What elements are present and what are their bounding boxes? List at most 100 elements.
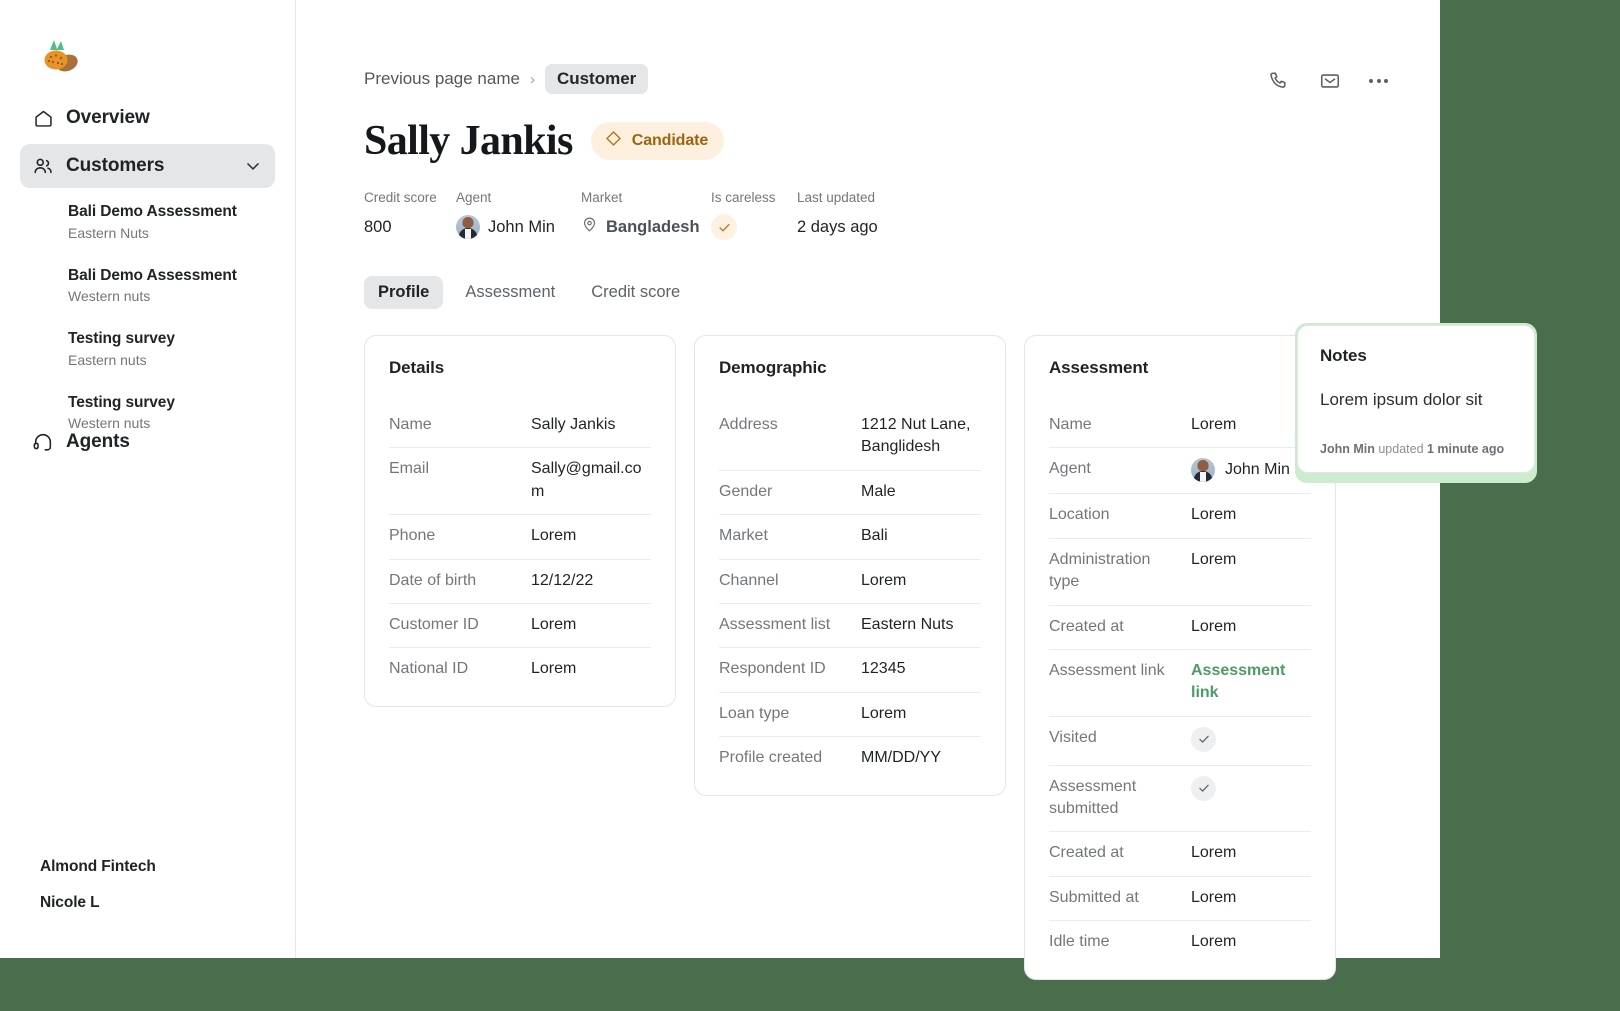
meta-last-updated: Last updated 2 days ago xyxy=(797,190,878,240)
row-label: Created at xyxy=(1049,844,1124,862)
row-value: Lorem xyxy=(1191,933,1237,951)
table-row: Assessment list Eastern Nuts xyxy=(719,604,981,649)
assessment-link[interactable]: Assessment link xyxy=(1191,660,1311,705)
row-label: Market xyxy=(719,527,768,545)
row-value: Bali xyxy=(861,527,888,545)
notes-footer: John Min updated 1 minute ago xyxy=(1320,442,1512,460)
breadcrumb-current[interactable]: Customer xyxy=(544,64,649,94)
table-row: Respondent ID 12345 xyxy=(719,648,981,693)
card-title: Assessment xyxy=(1049,358,1149,377)
row-label: National ID xyxy=(389,660,469,678)
list-item-title: Testing survey xyxy=(68,330,175,348)
table-row: Agent John Min xyxy=(1049,448,1311,495)
row-value: Lorem xyxy=(1191,844,1237,862)
main-content: Previous page name › Customer Sally Jank… xyxy=(296,0,1440,980)
row-value: Lorem xyxy=(1191,506,1237,524)
meta-market: Market Bangladesh xyxy=(581,190,711,240)
header-meta: Credit score 800 Agent John Min Market B… xyxy=(364,190,1440,240)
meta-value: 2 days ago xyxy=(797,217,878,236)
sidebar-item-overview[interactable]: Overview xyxy=(20,96,275,140)
customers-sublist: Bali Demo Assessment Eastern Nuts Bali D… xyxy=(20,202,275,434)
list-item[interactable]: Bali Demo Assessment Eastern Nuts xyxy=(68,202,275,244)
chevron-down-icon[interactable] xyxy=(243,156,263,176)
row-value-wrap xyxy=(1191,726,1311,754)
notes-author: John Min xyxy=(1320,442,1375,456)
check-icon xyxy=(1191,775,1216,801)
app-window: Overview Customers Bali Demo Assessment … xyxy=(0,0,1440,980)
table-row: Phone Lorem xyxy=(389,515,651,560)
table-row: Location Lorem xyxy=(1049,494,1311,539)
breadcrumb-previous[interactable]: Previous page name xyxy=(364,69,520,89)
sidebar-item-customers[interactable]: Customers xyxy=(20,144,275,188)
sidebar-nav: Overview Customers Bali Demo Assessment … xyxy=(0,96,295,456)
row-value: Sally Jankis xyxy=(531,416,616,433)
meta-agent: Agent John Min xyxy=(456,190,581,240)
table-row: Market Bali xyxy=(719,515,981,560)
card-notes[interactable]: Notes Lorem ipsum dolor sit John Min upd… xyxy=(1297,325,1535,473)
table-row: Name Lorem xyxy=(1049,404,1311,449)
row-value: MM/DD/YY xyxy=(861,749,941,767)
table-row: Loan type Lorem xyxy=(719,693,981,738)
list-item[interactable]: Testing survey Eastern nuts xyxy=(68,329,275,371)
notes-panel: Notes Lorem ipsum dolor sit John Min upd… xyxy=(1295,323,1537,483)
list-item-title: Bali Demo Assessment xyxy=(68,203,237,220)
tab-profile[interactable]: Profile xyxy=(364,276,444,309)
row-label: Loan type xyxy=(719,704,790,722)
table-row: National ID Lorem xyxy=(389,648,651,691)
breadcrumb-separator-icon: › xyxy=(529,70,535,88)
card-demographic: Demographic Address 1212 Nut Lane, Bangl… xyxy=(694,335,1006,796)
meta-credit-score: Credit score 800 xyxy=(364,190,456,240)
meta-value: John Min xyxy=(488,217,555,236)
almond-nuts-logo[interactable] xyxy=(36,36,84,80)
notes-body-text[interactable]: Lorem ipsum dolor sit xyxy=(1320,390,1512,410)
list-item-title: Bali Demo Assessment xyxy=(68,266,237,284)
table-row: Address 1212 Nut Lane, Banglidesh xyxy=(719,404,981,471)
row-value: Male xyxy=(861,482,896,500)
tab-assessment[interactable]: Assessment xyxy=(451,276,569,309)
tab-bar: Profile Assessment Credit score xyxy=(364,276,1440,309)
location-pin-icon xyxy=(581,216,598,238)
table-row: Channel Lorem xyxy=(719,560,981,604)
row-label: Name xyxy=(1049,416,1092,433)
tab-credit-score[interactable]: Credit score xyxy=(577,276,694,309)
table-row: Created at Lorem xyxy=(1049,606,1311,650)
row-value: Lorem xyxy=(531,660,577,678)
row-label: Channel xyxy=(719,571,779,589)
current-user-name[interactable]: Nicole L xyxy=(40,894,156,912)
row-label: Assessment link xyxy=(1049,661,1165,679)
organization-name[interactable]: Almond Fintech xyxy=(40,858,156,876)
list-item[interactable]: Bali Demo Assessment Western nuts xyxy=(68,266,275,308)
row-label: Name xyxy=(389,416,432,433)
row-label: Assessment submitted xyxy=(1049,777,1137,818)
table-row: Submitted at Lorem xyxy=(1049,877,1311,922)
row-label: Agent xyxy=(1049,460,1091,478)
row-label: Phone xyxy=(389,527,436,545)
meta-value: 800 xyxy=(364,217,392,236)
table-row: Assessment link Assessment link xyxy=(1049,650,1311,717)
card-title: Details xyxy=(389,358,445,377)
meta-value-wrap: Bangladesh xyxy=(581,214,711,240)
meta-label: Market xyxy=(581,190,623,205)
table-row: Email Sally@gmail.com xyxy=(389,448,651,516)
row-label: Customer ID xyxy=(389,615,479,633)
card-title: Notes xyxy=(1320,346,1367,365)
row-value: Lorem xyxy=(861,704,907,722)
table-row: Visited xyxy=(1049,717,1311,766)
sidebar-footer: Almond Fintech Nicole L xyxy=(40,858,156,912)
phone-icon[interactable] xyxy=(1265,68,1291,94)
sidebar-item-agents[interactable]: Agents xyxy=(20,420,142,464)
page-title-row: Sally Jankis Candidate xyxy=(364,120,1440,162)
row-value-wrap xyxy=(1191,775,1311,803)
more-options-icon[interactable] xyxy=(1369,68,1388,94)
list-item-subtitle: Eastern Nuts xyxy=(68,224,149,241)
row-value: Sally@gmail.com xyxy=(531,460,642,500)
row-label: Created at xyxy=(1049,617,1124,635)
notes-timestamp: 1 minute ago xyxy=(1427,442,1505,456)
status-badge-label: Candidate xyxy=(631,132,709,149)
meta-label: Agent xyxy=(456,190,492,205)
mail-icon[interactable] xyxy=(1317,68,1343,94)
row-label: Assessment list xyxy=(719,615,831,633)
card-details: Details Name Sally Jankis Email Sally@gm… xyxy=(364,335,676,707)
meta-label: Credit score xyxy=(364,190,437,205)
row-label: Visited xyxy=(1049,728,1097,746)
